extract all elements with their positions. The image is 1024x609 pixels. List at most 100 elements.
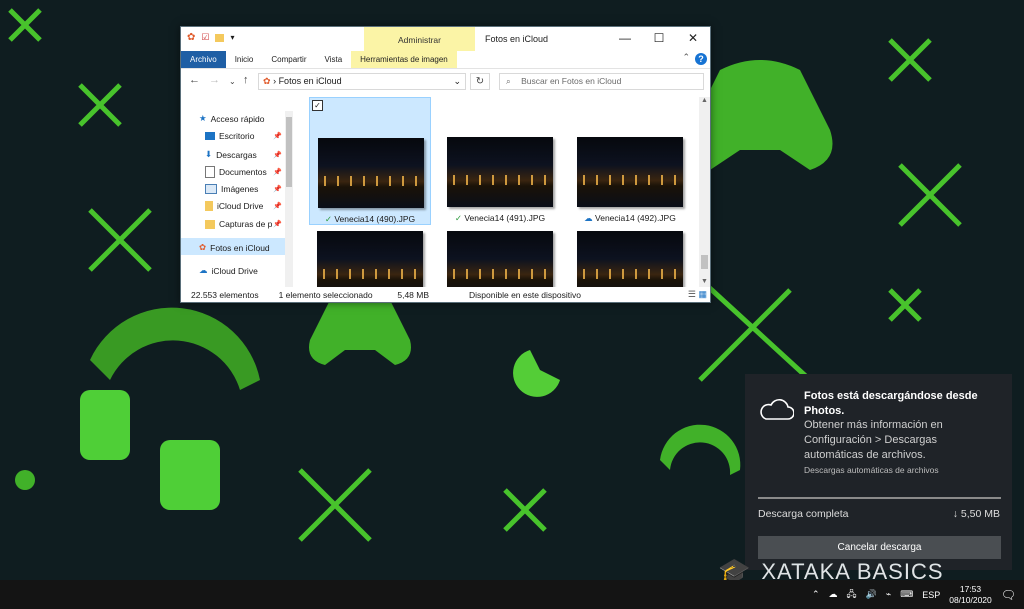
scissors-shape [78,83,122,127]
pin-icon: 📌 [273,203,282,210]
sidebar-item-icloud-drive[interactable]: ☁ iCloud Drive [199,265,258,276]
synced-check-icon: ✓ [324,214,332,224]
properties-icon[interactable]: ☑ [201,32,209,43]
sidebar-item-acceso-rapido[interactable]: ★ Acceso rápido [199,113,265,124]
details-view-icon[interactable]: ☰ [688,289,696,299]
sidebar-item-documentos[interactable]: Documentos 📌 [205,166,282,178]
sidebar-item-label: Fotos en iCloud [210,242,270,253]
file-name: Venecia14 (490).JPG [334,214,416,224]
pin-icon: 📌 [273,151,282,159]
search-placeholder: Buscar en Fotos en iCloud [521,76,622,86]
tab-vista[interactable]: Vista [316,51,352,68]
navigation-bar: ← → ⌄ ↑ ✿ › Fotos en iCloud ⌄ ↻ ⌕ Buscar… [181,70,710,94]
tab-archivo[interactable]: Archivo [181,51,226,68]
progress-bar [758,497,1001,499]
search-icon: ⌕ [506,76,511,86]
breadcrumb[interactable]: Fotos en iCloud [279,76,342,86]
photo-thumbnail [577,137,683,207]
sidebar-item-fotos-en-icloud[interactable]: ✿ Fotos en iCloud [199,242,270,253]
action-center-icon[interactable]: 🗨 [1001,588,1016,602]
clock[interactable]: 17:53 08/10/2020 [949,584,992,606]
notification-title: Fotos está descargándose desde Photos. [804,390,978,417]
selection-count: 1 elemento seleccionado [278,290,373,300]
file-tile[interactable] [569,231,691,287]
file-label: ✓ Venecia14 (490).JPG [310,214,430,225]
search-input[interactable]: ⌕ Buscar en Fotos en iCloud [499,73,704,90]
help-icon[interactable]: ? [695,53,707,65]
minimize-button[interactable]: — [608,27,642,49]
recent-locations-icon[interactable]: ⌄ [229,77,236,86]
scissors-shape [88,208,152,272]
network-icon[interactable]: 🖧 [847,587,857,603]
content-scrollbar-thumb[interactable] [701,255,708,269]
scroll-down-icon[interactable]: ▼ [701,278,708,285]
back-arrow-icon[interactable]: ← [189,74,200,86]
forward-arrow-icon[interactable]: → [209,74,220,86]
download-size: ↓ 5,50 MB [952,508,1000,520]
expand-ribbon-icon[interactable]: ⌃ [682,52,690,63]
file-grid: ✓ ✓ Venecia14 (490).JPG ✓ Venecia14 (491… [297,97,697,287]
new-folder-icon[interactable] [215,33,225,42]
scissors-shape [8,8,42,42]
nav-scrollbar-thumb[interactable] [286,117,292,187]
ribbon-tabs: Archivo Inicio Compartir Vista Herramien… [181,51,710,69]
view-toggle: ☰ ▦ [688,289,707,300]
photo-thumbnail [318,138,424,208]
headphones-shape [660,424,741,475]
keyboard-icon[interactable]: ⌨ [900,589,913,600]
file-tile[interactable] [309,231,431,287]
refresh-button[interactable]: ↻ [470,73,490,90]
sidebar-item-imagenes[interactable]: Imágenes 📌 [205,184,282,194]
selection-size: 5,48 MB [397,290,430,300]
tab-herramientas-de-imagen[interactable]: Herramientas de imagen [351,51,457,68]
sidebar-item-icloud-drive-pinned[interactable]: iCloud Drive 📌 [205,201,282,211]
file-tile[interactable]: ✓ Venecia14 (491).JPG [439,97,561,225]
large-icons-view-icon[interactable]: ▦ [698,289,707,299]
scroll-up-icon[interactable]: ▲ [701,97,708,104]
cloud-icon [760,399,794,420]
content-scrollbar[interactable]: ▲ ▼ [699,97,710,287]
maximize-button[interactable]: ☐ [642,27,676,49]
address-bar[interactable]: ✿ › Fotos en iCloud ⌄ [258,73,466,90]
volume-icon[interactable]: 🔊 [866,589,877,600]
cloud-only-icon: ☁ [584,213,593,223]
language-indicator[interactable]: ESP [922,590,940,600]
nav-scrollbar[interactable] [285,111,293,287]
file-tile[interactable]: ☁ Venecia14 (492).JPG [569,97,691,225]
checkbox[interactable]: ✓ [312,100,323,111]
clock-date: 08/10/2020 [949,594,992,605]
sidebar-item-escritorio[interactable]: Escritorio 📌 [205,131,282,141]
headphone-cup-shape [160,440,220,510]
file-tile[interactable] [439,231,561,287]
download-icon: ⬇ [205,149,213,159]
file-tile[interactable]: ✓ ✓ Venecia14 (490).JPG [309,97,431,225]
sidebar-item-capturas[interactable]: Capturas de p 📌 [205,219,282,229]
sidebar-item-label: iCloud Drive [211,265,258,276]
window-title: Fotos en iCloud [485,34,549,44]
pin-icon: 📌 [273,133,282,140]
address-dropdown-icon[interactable]: ⌄ [453,74,461,89]
customize-toolbar-icon[interactable]: ▾ [230,33,234,42]
notification-body[interactable]: Obtener más información en Configuración… [804,418,999,463]
close-button[interactable]: ✕ [676,27,710,49]
pacman-shape [513,350,560,397]
tab-compartir[interactable]: Compartir [262,51,315,68]
up-arrow-icon[interactable]: ↑ [243,74,249,86]
dot-shape [15,470,35,490]
sidebar-item-descargas[interactable]: ⬇ Descargas 📌 [205,149,282,160]
photos-icon: ✿ [263,76,271,86]
show-hidden-icons-icon[interactable]: ⌃ [812,589,820,600]
title-bar: ✿ ☑ ▾ Administrar Fotos en iCloud — ☐ ✕ [181,27,710,51]
onedrive-icon[interactable]: ☁ [829,589,838,600]
photos-icon: ✿ [199,242,207,252]
sidebar-item-label: iCloud Drive [217,201,264,211]
tab-inicio[interactable]: Inicio [226,51,263,68]
photo-thumbnail [447,231,553,287]
context-group-label: Administrar [398,35,441,45]
selection-info: 1 elemento seleccionado 5,48 MB [279,290,449,300]
pin-icon: 📌 [273,169,282,176]
scissors-shape [888,288,922,322]
context-tab-group: Administrar [364,27,475,51]
ime-icon[interactable]: ⌁ [886,589,891,600]
status-bar: 22.553 elementos 1 elemento seleccionado… [191,290,601,300]
